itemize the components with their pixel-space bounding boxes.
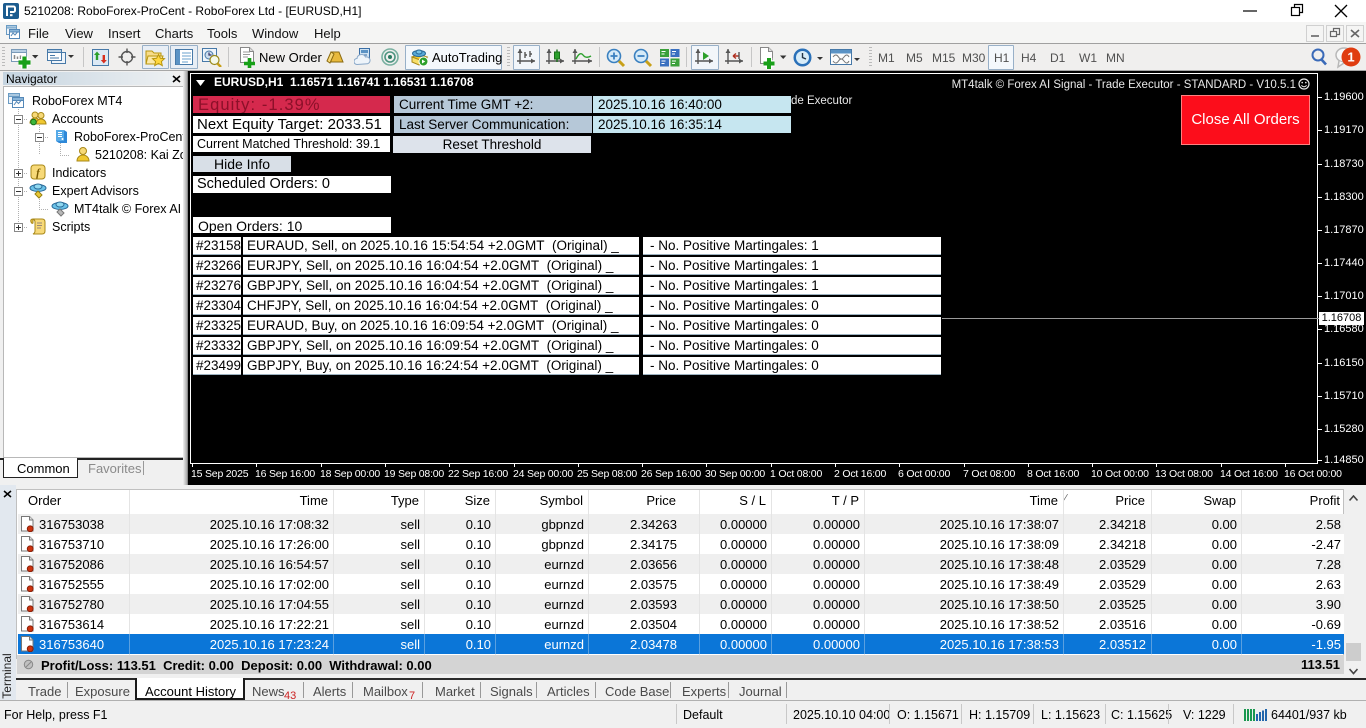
svg-text:1: 1 — [1347, 50, 1354, 65]
